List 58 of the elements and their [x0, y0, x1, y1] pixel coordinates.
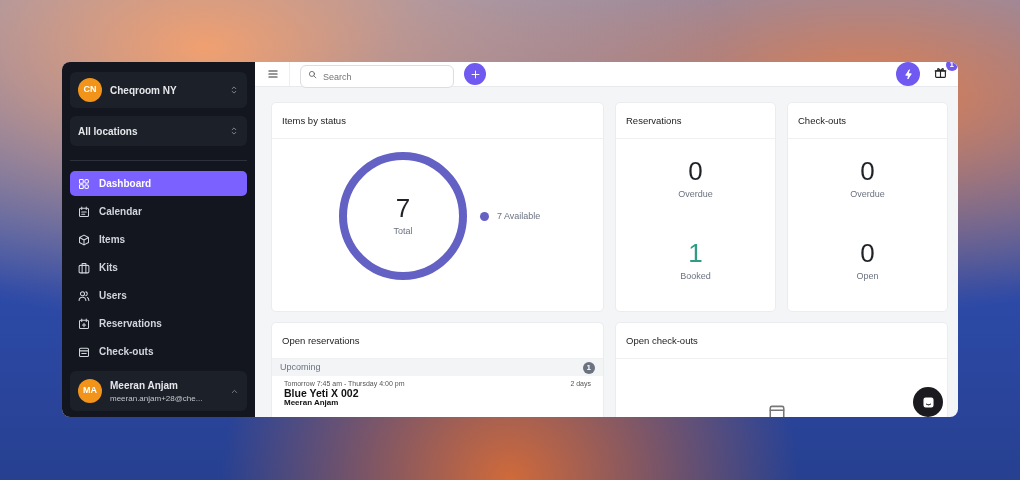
stat-value: 0 [688, 158, 703, 185]
users-icon [78, 289, 90, 302]
nav-item[interactable]: Calendar [70, 199, 247, 224]
calendar-icon [78, 345, 90, 358]
total-label: Total [393, 224, 413, 238]
nav-item[interactable]: Dashboard [70, 171, 247, 196]
search-icon [308, 69, 317, 79]
nav-item[interactable]: Kits [70, 255, 247, 280]
stat-value: 0 [860, 239, 875, 266]
count-badge: 1 [582, 361, 595, 374]
stat-label: Open [856, 269, 879, 283]
workspace-avatar: CN [78, 78, 102, 102]
chevron-updown-icon [229, 85, 239, 95]
location-selector[interactable]: All locations [70, 116, 247, 146]
menu-button[interactable] [267, 68, 279, 80]
calendar-plus-icon [78, 317, 90, 330]
workspace-selector[interactable]: CN Cheqroom NY [70, 72, 247, 108]
lightning-icon [902, 68, 914, 80]
notification-badge: 1 [945, 62, 958, 71]
gift-icon [934, 66, 947, 79]
card-title: Reservations [616, 103, 775, 140]
location-name: All locations [78, 124, 139, 139]
user-menu[interactable]: MA Meeran Anjam meeran.anjam+28@che... [70, 371, 247, 411]
nav-item[interactable]: Items [70, 227, 247, 252]
nav-item[interactable]: Users [70, 283, 247, 308]
chat-button[interactable] [913, 387, 943, 417]
total-count: 7 [395, 194, 411, 221]
user-email: meeran.anjam+28@che... [110, 392, 204, 405]
chevron-updown-icon [229, 126, 239, 136]
stat-label: Booked [680, 269, 711, 283]
cube-icon [78, 233, 90, 246]
nav-item[interactable]: Reservations [70, 311, 247, 336]
card-title: Check-outs [788, 103, 947, 140]
stat-value: 0 [860, 158, 875, 185]
stat-label: Overdue [850, 188, 885, 202]
card-title: Items by status [272, 103, 603, 140]
grid-icon [78, 177, 90, 190]
add-button[interactable] [464, 63, 486, 85]
search-field[interactable]: Search [300, 65, 454, 88]
stat-value: 1 [688, 239, 703, 266]
menu-icon [267, 68, 279, 80]
briefcase-icon [78, 261, 90, 274]
nav-item[interactable]: Check-outs [70, 339, 247, 364]
legend-label: 7 Available [497, 209, 541, 223]
workspace-name: Cheqroom NY [110, 83, 178, 98]
stat-label: Overdue [678, 188, 713, 202]
chat-icon [921, 395, 935, 409]
card-title: Open check-outs [616, 323, 947, 360]
gift-button[interactable] [934, 66, 947, 79]
group-label: Upcoming [280, 361, 321, 374]
plus-icon [469, 68, 481, 80]
user-avatar: MA [78, 379, 102, 403]
reservation-name: Blue Yeti X 002 [284, 387, 359, 399]
reservation-person: Meeran Anjam [284, 398, 340, 407]
lightning-button[interactable] [896, 62, 920, 86]
user-name: Meeran Anjam [110, 378, 179, 393]
calendar-icon [768, 403, 786, 417]
calendar-icon [78, 205, 90, 218]
